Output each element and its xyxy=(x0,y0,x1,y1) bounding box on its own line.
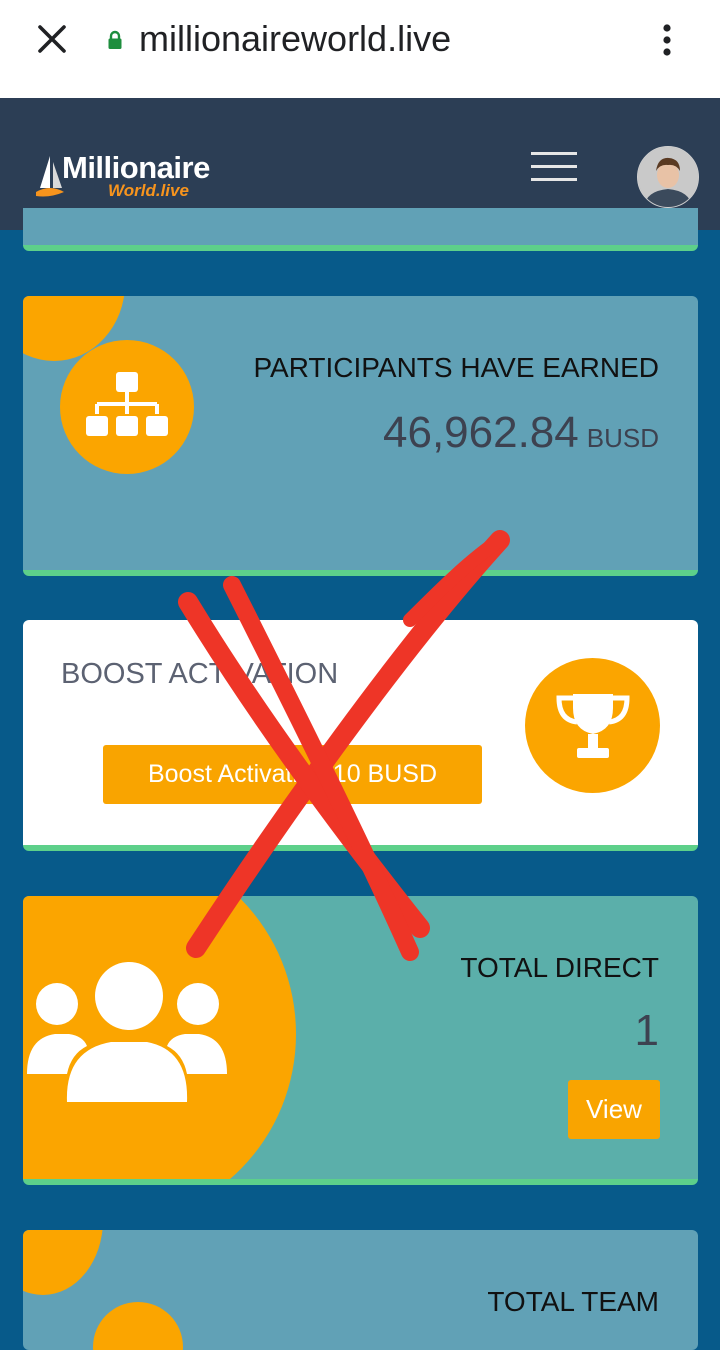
participants-earned-title: PARTICIPANTS HAVE EARNED xyxy=(253,352,659,383)
more-vert-icon[interactable] xyxy=(654,20,680,60)
logo-subtitle: World.live xyxy=(108,181,189,200)
earned-unit: BUSD xyxy=(586,423,659,453)
total-direct-title: TOTAL DIRECT xyxy=(460,952,659,983)
lock-icon xyxy=(108,30,122,49)
sail-logo-icon xyxy=(36,156,64,197)
sitemap-icon-badge xyxy=(60,340,194,474)
hamburger-icon[interactable] xyxy=(528,148,580,184)
trophy-icon-badge xyxy=(525,658,660,793)
trophy-icon xyxy=(556,694,630,758)
total-direct-card: TOTAL DIRECT 1 View xyxy=(23,896,698,1185)
sitemap-icon xyxy=(86,372,168,436)
participants-earned-card: PARTICIPANTS HAVE EARNED 46,962.84 BUSD xyxy=(23,296,698,576)
earned-amount: 46,962.84 xyxy=(383,408,579,457)
users-icon xyxy=(27,962,227,1102)
logo-name: Millionaire xyxy=(62,150,210,185)
total-team-card: TOTAL TEAM xyxy=(23,1230,698,1350)
url-text[interactable]: millionaireworld.live xyxy=(139,17,451,61)
boost-activation-card: BOOST ACTIVATION Boost Activation 10 BUS… xyxy=(23,620,698,851)
total-direct-value: 1 xyxy=(634,1006,659,1055)
participants-earned-value: 46,962.84 BUSD xyxy=(383,408,659,458)
view-button[interactable]: View xyxy=(568,1080,660,1139)
summary-card-partial xyxy=(23,208,698,251)
avatar-photo xyxy=(638,147,698,207)
browser-address-bar: millionaireworld.live xyxy=(0,0,720,98)
total-team-title: TOTAL TEAM xyxy=(487,1286,659,1317)
site-logo[interactable]: Millionaire World.live xyxy=(36,146,226,204)
boost-activation-button[interactable]: Boost Activation 10 BUSD xyxy=(103,745,482,804)
boost-activation-title: BOOST ACTIVATION xyxy=(61,658,339,690)
user-avatar[interactable] xyxy=(637,146,699,208)
decorative-blob xyxy=(23,1230,103,1295)
close-icon[interactable] xyxy=(30,22,74,58)
team-icon-badge xyxy=(93,1302,183,1350)
